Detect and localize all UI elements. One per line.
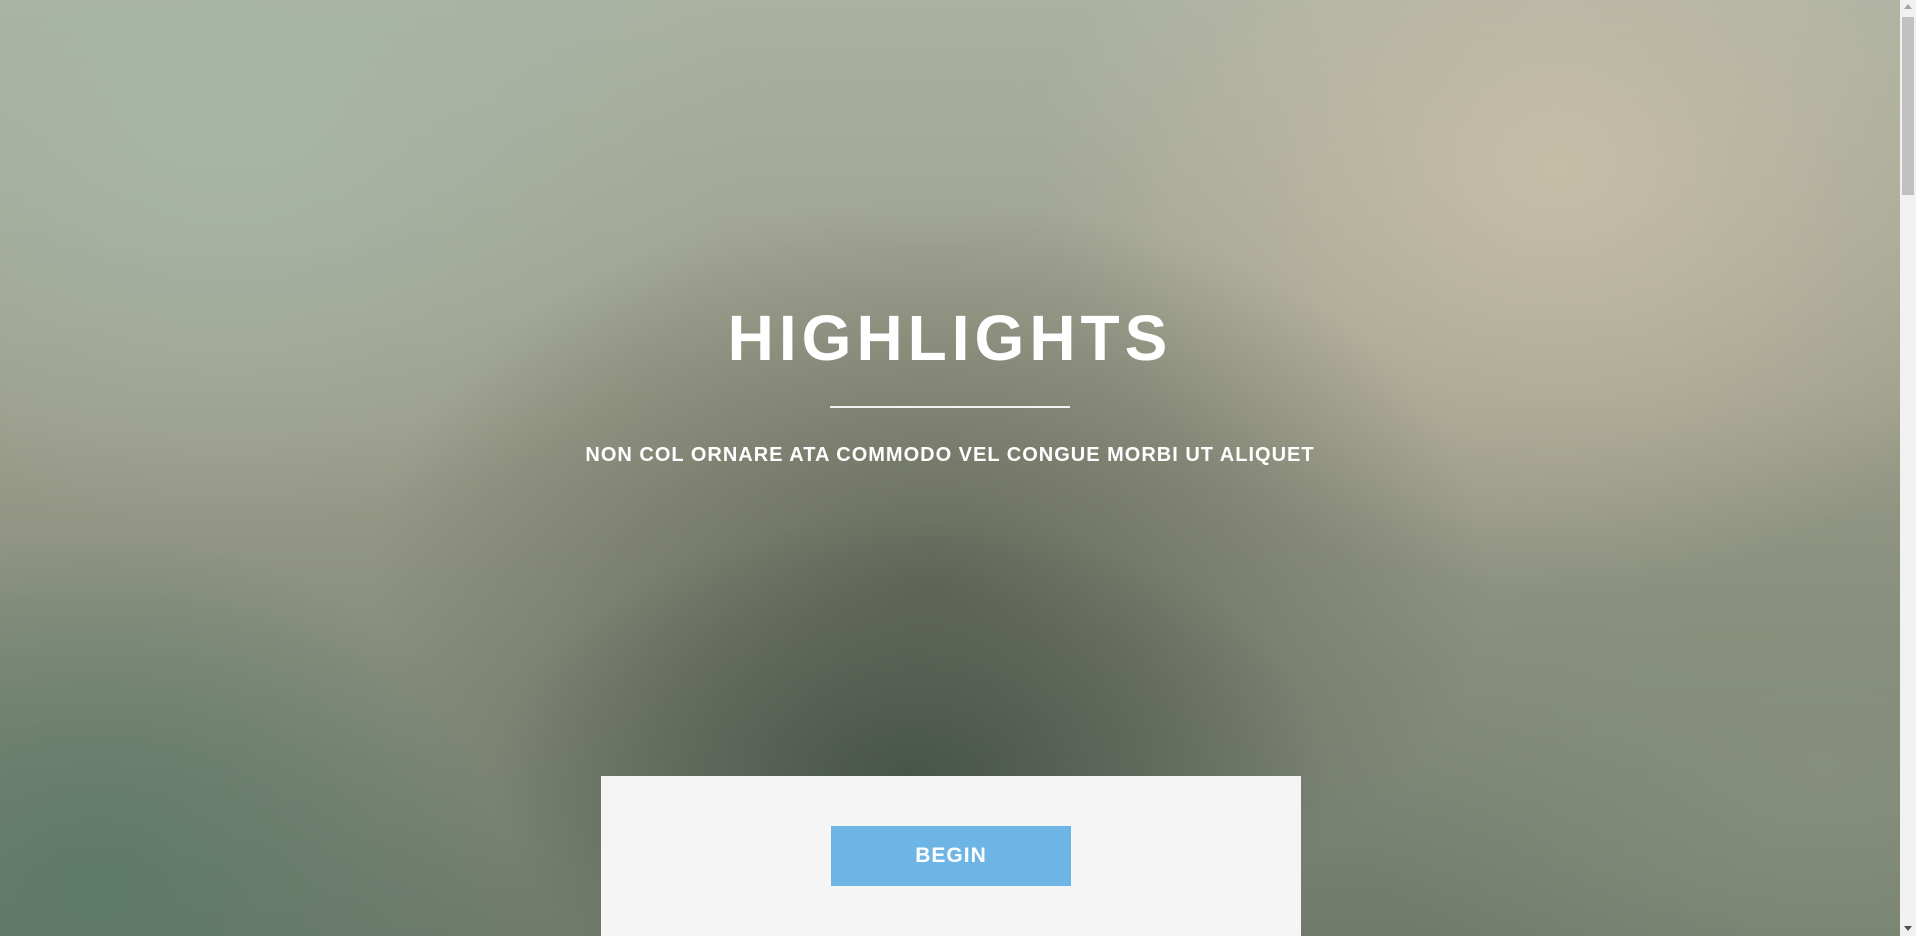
page: HIGHLIGHTS NON COL ORNARE ATA COMMODO VE… [0,0,1916,936]
scrollbar-thumb[interactable] [1902,17,1914,195]
vertical-scrollbar[interactable] [1900,0,1916,936]
hero-section: HIGHLIGHTS NON COL ORNARE ATA COMMODO VE… [0,0,1900,936]
title-divider [830,406,1070,408]
scroll-up-arrow-icon[interactable] [1904,4,1912,9]
begin-button[interactable]: BEGIN [831,826,1071,886]
scroll-down-arrow-icon[interactable] [1904,926,1912,931]
page-subtitle: NON COL ORNARE ATA COMMODO VEL CONGUE MO… [585,444,1315,466]
cta-panel: BEGIN [601,776,1301,936]
page-title: HIGHLIGHTS [727,302,1173,374]
